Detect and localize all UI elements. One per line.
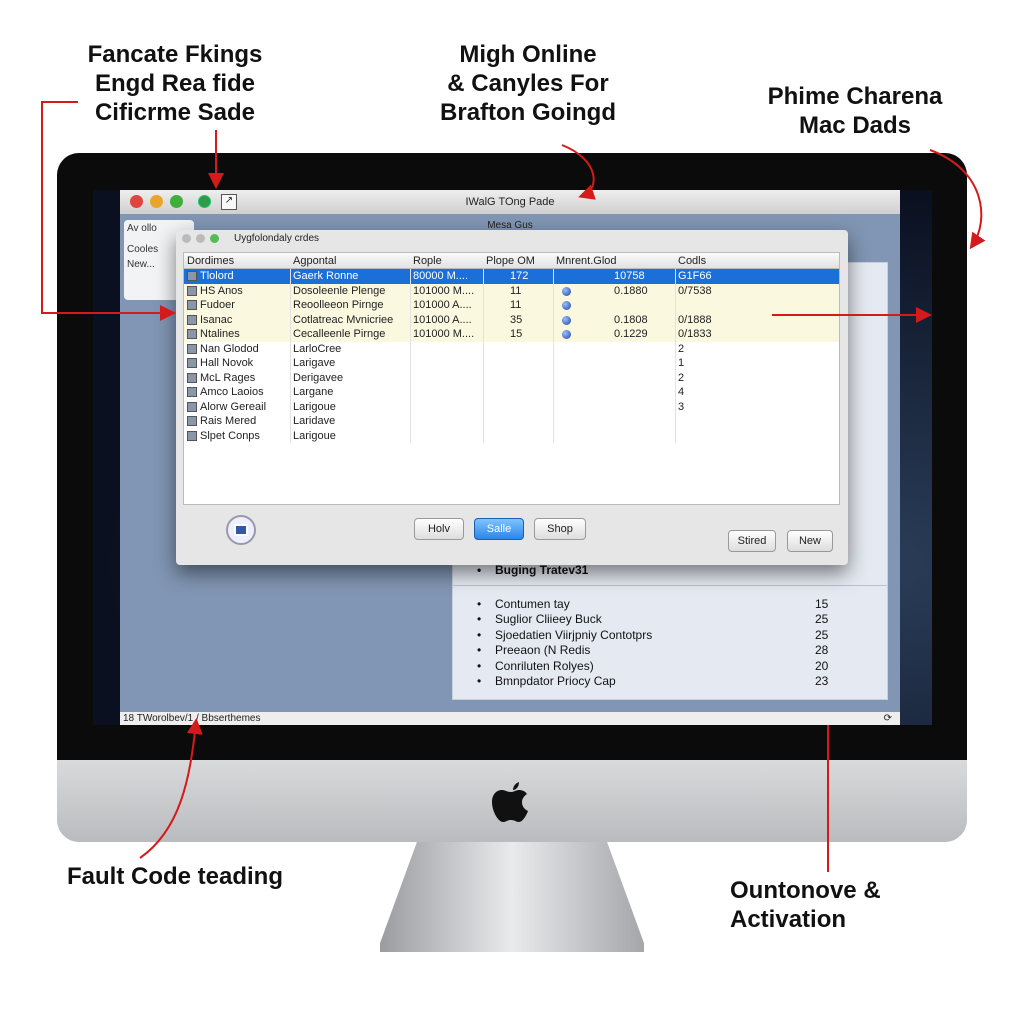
arrow [41, 101, 176, 321]
arrow [929, 149, 986, 250]
arrow [139, 718, 203, 859]
annotation-arrows [41, 101, 986, 872]
arrow [561, 144, 596, 200]
